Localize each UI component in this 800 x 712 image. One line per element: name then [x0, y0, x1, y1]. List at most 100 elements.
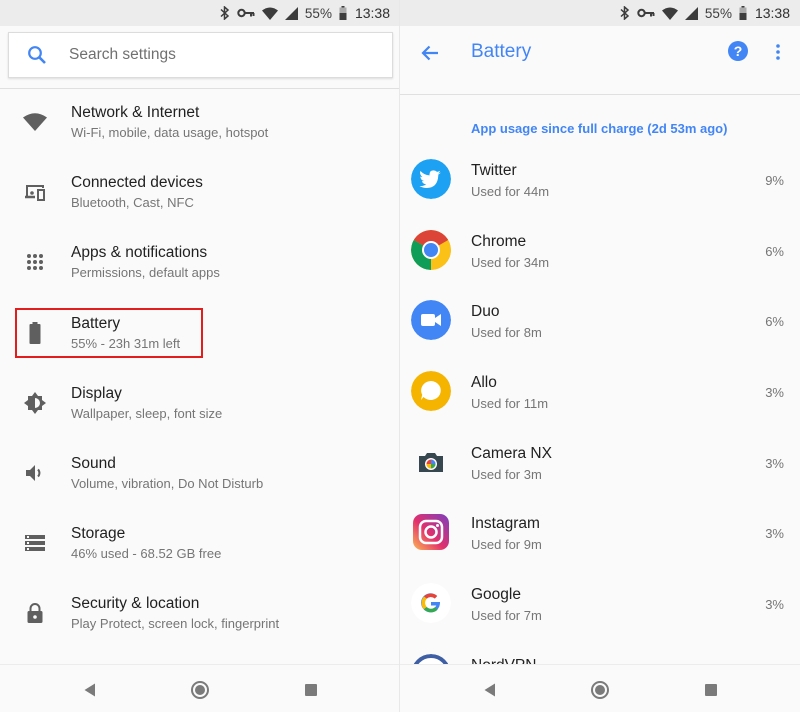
app-item-instagram[interactable]: Instagram Used for 9m 3%: [400, 503, 800, 574]
setting-subtitle: Bluetooth, Cast, NFC: [71, 195, 194, 211]
app-usage-percent: 3%: [765, 455, 784, 471]
app-usage-percent: 3%: [765, 385, 784, 401]
clock: 13:38: [354, 5, 390, 21]
app-item-allo[interactable]: Allo Used for 11m 3%: [400, 362, 800, 433]
setting-apps-notifications[interactable]: Apps & notifications Permissions, defaul…: [0, 237, 399, 307]
bluetooth-icon: [620, 6, 630, 20]
setting-title: Security & location: [71, 595, 200, 613]
app-usage-percent: 9%: [765, 173, 784, 188]
battery-icon: [339, 6, 347, 20]
clock: 13:38: [754, 5, 790, 21]
setting-subtitle: Volume, vibration, Do Not Disturb: [71, 475, 264, 491]
app-item-camera-nx[interactable]: Camera NX Used for 3m 3%: [400, 433, 800, 504]
setting-storage[interactable]: Storage 46% used - 68.52 GB free: [0, 518, 399, 588]
bluetooth-icon: [220, 6, 230, 20]
app-bar: Battery ?: [400, 26, 800, 82]
google-icon: [411, 583, 451, 624]
app-name: Duo: [471, 303, 500, 321]
apps-grid-icon: [22, 249, 48, 275]
app-usage-percent: 6%: [765, 243, 784, 259]
home-icon[interactable]: [188, 678, 212, 702]
app-usage-percent: 6%: [765, 314, 784, 330]
more-options-icon[interactable]: [770, 41, 786, 63]
app-name: Camera NX: [471, 444, 552, 462]
vpn-key-icon: [637, 8, 655, 18]
usage-header: App usage since full charge (2d 53m ago): [471, 121, 728, 136]
app-usage-list: Twitter Used for 44m 9% Chrome Used for …: [400, 150, 800, 712]
battery-percent: 55%: [304, 5, 332, 21]
setting-title: Network & Internet: [71, 104, 200, 121]
setting-subtitle: Play Protect, screen lock, fingerprint: [71, 616, 280, 632]
chrome-icon: [411, 229, 451, 270]
setting-network-internet[interactable]: Network & Internet Wi-Fi, mobile, data u…: [0, 97, 399, 167]
search-input[interactable]: [69, 46, 369, 64]
devices-icon: [22, 179, 48, 205]
setting-title: Connected devices: [71, 174, 203, 192]
app-usage-percent: 3%: [765, 597, 784, 613]
twitter-icon: [411, 159, 451, 199]
back-icon[interactable]: [478, 678, 502, 702]
lock-icon: [22, 600, 48, 626]
setting-subtitle: 46% used - 68.52 GB free: [71, 546, 222, 562]
settings-screen: 55% 13:38 Network & Internet Wi-Fi, mobi…: [0, 0, 400, 712]
battery-highlight-box: [15, 308, 203, 358]
wifi-icon: [261, 7, 278, 20]
divider: [0, 88, 399, 89]
app-usage-time: Used for 7m: [471, 608, 542, 624]
app-usage-time: Used for 11m: [471, 396, 549, 412]
setting-sound[interactable]: Sound Volume, vibration, Do Not Disturb: [0, 448, 399, 518]
app-usage-time: Used for 9m: [471, 537, 542, 553]
setting-title: Display: [71, 384, 122, 402]
home-icon[interactable]: [588, 678, 612, 702]
app-item-twitter[interactable]: Twitter Used for 44m 9%: [400, 150, 800, 221]
setting-connected-devices[interactable]: Connected devices Bluetooth, Cast, NFC: [0, 167, 399, 237]
vpn-key-icon: [237, 8, 255, 18]
search-bar[interactable]: [8, 32, 393, 78]
app-name: Instagram: [471, 515, 540, 533]
help-icon[interactable]: ?: [727, 40, 749, 62]
storage-icon: [22, 530, 48, 556]
app-item-duo[interactable]: Duo Used for 8m 6%: [400, 291, 800, 362]
allo-icon: [411, 371, 451, 412]
instagram-icon: [411, 512, 451, 552]
battery-icon: [739, 6, 747, 20]
setting-security-location[interactable]: Security & location Play Protect, screen…: [0, 588, 399, 658]
recents-icon[interactable]: [299, 678, 323, 702]
svg-text:?: ?: [734, 43, 743, 59]
setting-subtitle: Permissions, default apps: [71, 265, 220, 281]
app-name: Allo: [471, 374, 497, 392]
app-name: Twitter: [471, 162, 517, 179]
cell-signal-icon: [284, 6, 298, 20]
search-icon: [9, 45, 65, 65]
setting-title: Storage: [71, 525, 126, 543]
camera-icon: [411, 441, 451, 482]
app-usage-percent: 3%: [765, 526, 784, 542]
divider: [400, 94, 800, 95]
app-usage-time: Used for 3m: [471, 466, 542, 482]
status-bar: 55% 13:38: [400, 0, 800, 26]
app-item-google[interactable]: Google Used for 7m 3%: [400, 574, 800, 645]
wifi-icon: [661, 7, 678, 20]
duo-icon: [411, 300, 451, 341]
back-arrow-icon[interactable]: [417, 40, 443, 66]
brightness-icon: [22, 390, 48, 416]
setting-subtitle: Wallpaper, sleep, font size: [71, 405, 223, 421]
status-bar: 55% 13:38: [0, 0, 399, 26]
setting-title: Apps & notifications: [71, 244, 208, 262]
page-title: Battery: [471, 41, 532, 62]
app-usage-time: Used for 44m: [471, 184, 550, 199]
app-name: Chrome: [471, 232, 527, 250]
app-item-chrome[interactable]: Chrome Used for 34m 6%: [400, 221, 800, 292]
setting-display[interactable]: Display Wallpaper, sleep, font size: [0, 378, 399, 448]
app-usage-time: Used for 34m: [471, 254, 550, 270]
volume-icon: [22, 460, 48, 486]
app-usage-time: Used for 8m: [471, 325, 542, 341]
back-icon[interactable]: [78, 678, 102, 702]
app-name: Google: [471, 586, 521, 604]
battery-screen: 55% 13:38 Battery ? App usage since full…: [400, 0, 800, 712]
navigation-bar: [400, 664, 800, 712]
cell-signal-icon: [684, 6, 698, 20]
battery-percent: 55%: [704, 5, 732, 21]
setting-subtitle: Wi-Fi, mobile, data usage, hotspot: [71, 125, 269, 140]
recents-icon[interactable]: [699, 678, 723, 702]
